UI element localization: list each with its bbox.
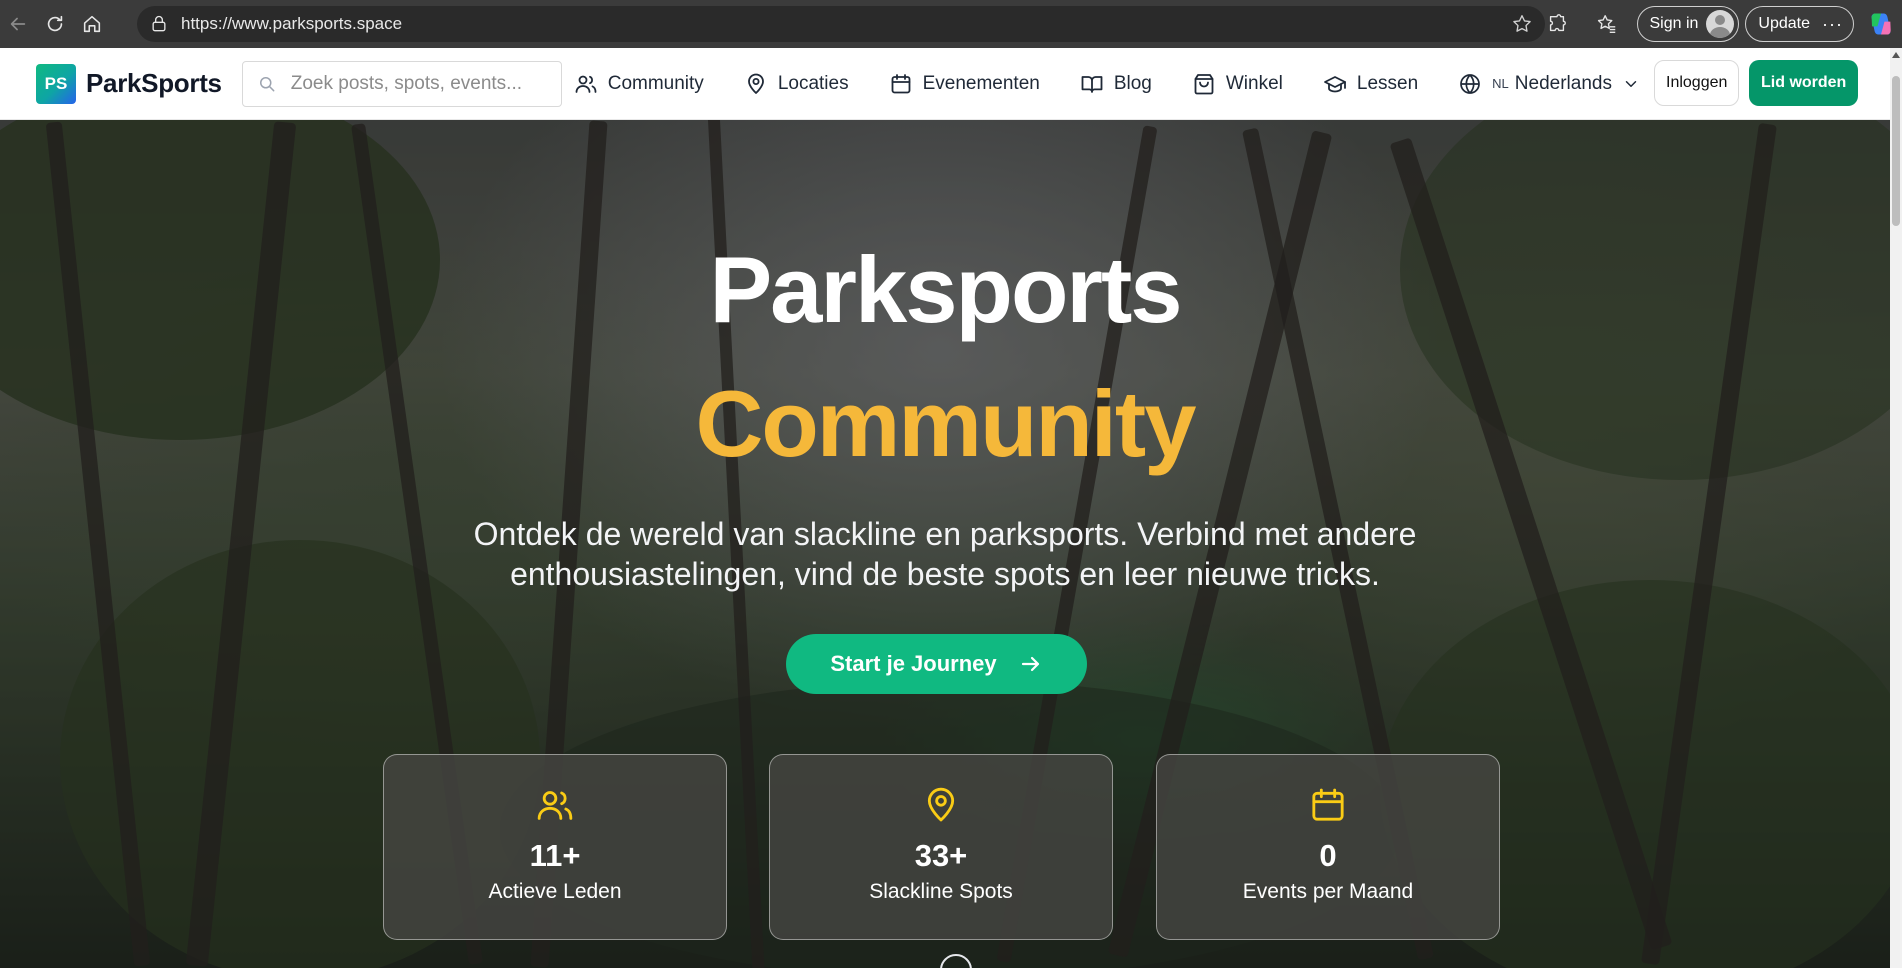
nav-item-label: Evenementen bbox=[922, 72, 1040, 94]
site-header: PS ParkSports Zoek posts, spots, events.… bbox=[0, 48, 1890, 120]
nav-item-evenementen[interactable]: Evenementen bbox=[889, 72, 1040, 96]
stat-value: 11+ bbox=[529, 838, 581, 873]
more-icon[interactable]: ··· bbox=[1822, 14, 1843, 35]
nav-item-label: Locaties bbox=[777, 72, 849, 94]
nav-item-blog[interactable]: Blog bbox=[1080, 72, 1152, 96]
globe-icon bbox=[1460, 73, 1481, 94]
users-icon bbox=[575, 75, 597, 93]
favorites-button[interactable] bbox=[1589, 6, 1625, 42]
update-label: Update bbox=[1758, 15, 1811, 32]
search-icon bbox=[259, 76, 275, 91]
logo-badge: PS bbox=[36, 63, 76, 104]
shopping-bag-icon bbox=[1194, 73, 1214, 94]
nav-item-community[interactable]: Community bbox=[574, 72, 704, 96]
url-text[interactable]: https://www.parksports.space bbox=[181, 14, 402, 34]
map-pin-icon bbox=[747, 73, 764, 94]
nav-item-label: Community bbox=[607, 72, 704, 94]
site-logo[interactable]: PS ParkSports bbox=[36, 63, 222, 104]
join-button[interactable]: Lid worden bbox=[1749, 60, 1859, 106]
lock-icon[interactable] bbox=[149, 14, 169, 34]
stat-card-members: 11+ Actieve Leden bbox=[383, 754, 727, 940]
stat-card-events: 0 Events per Maand bbox=[1156, 754, 1500, 940]
map-pin-icon bbox=[927, 787, 955, 822]
chevron-down-icon bbox=[1625, 80, 1637, 87]
scroll-up-icon[interactable] bbox=[1892, 52, 1900, 58]
graduation-cap-icon bbox=[1323, 75, 1346, 92]
book-open-icon bbox=[1081, 75, 1103, 93]
language-code: NL bbox=[1492, 76, 1509, 91]
calendar-icon bbox=[1312, 788, 1344, 821]
stat-value: 33+ bbox=[914, 838, 968, 873]
users-icon bbox=[537, 791, 573, 820]
hero-subtitle: Ontdek de wereld van slackline en parksp… bbox=[473, 516, 1417, 592]
nav-item-lessen[interactable]: Lessen bbox=[1323, 72, 1418, 96]
search-placeholder: Zoek posts, spots, events... bbox=[290, 72, 523, 94]
hero-section: Parksports Community Ontdek de wereld va… bbox=[0, 120, 1890, 968]
sign-in-button[interactable]: Sign in bbox=[1636, 6, 1740, 42]
language-selector[interactable]: NL Nederlands bbox=[1458, 72, 1640, 96]
home-icon bbox=[83, 15, 101, 33]
puzzle-icon bbox=[1549, 14, 1566, 32]
avatar-icon bbox=[1706, 10, 1735, 38]
browser-actions: Sign in Update ··· bbox=[1539, 0, 1902, 48]
home-button[interactable] bbox=[74, 6, 110, 42]
address-bar[interactable]: https://www.parksports.space bbox=[137, 6, 1545, 42]
reload-button[interactable] bbox=[37, 6, 73, 42]
stat-value: 0 bbox=[1319, 838, 1337, 873]
nav-item-winkel[interactable]: Winkel bbox=[1192, 72, 1283, 96]
start-journey-button[interactable]: Start je Journey bbox=[786, 634, 1087, 694]
arrow-right-icon bbox=[1021, 656, 1039, 672]
sign-in-label: Sign in bbox=[1649, 15, 1699, 32]
nav-item-label: Blog bbox=[1113, 72, 1152, 94]
stat-card-spots: 33+ Slackline Spots bbox=[769, 754, 1113, 940]
language-label: Nederlands bbox=[1514, 72, 1612, 94]
stat-label: Actieve Leden bbox=[488, 880, 622, 903]
login-button[interactable]: Inloggen bbox=[1654, 60, 1740, 106]
calendar-icon bbox=[891, 73, 910, 93]
stat-label: Slackline Spots bbox=[869, 880, 1013, 903]
search-input[interactable]: Zoek posts, spots, events... bbox=[241, 60, 562, 107]
hero-title-accent: Community bbox=[695, 371, 1197, 476]
back-button[interactable] bbox=[0, 6, 36, 42]
copilot-button[interactable] bbox=[1864, 7, 1898, 41]
reload-icon bbox=[47, 15, 63, 32]
stat-label: Events per Maand bbox=[1242, 880, 1414, 903]
nav-item-locaties[interactable]: Locaties bbox=[744, 72, 849, 96]
browser-toolbar: https://www.parksports.space Sign in Upd… bbox=[0, 0, 1902, 48]
extensions-button[interactable] bbox=[1539, 6, 1575, 42]
update-button[interactable]: Update ··· bbox=[1745, 6, 1854, 42]
scrollbar-thumb[interactable] bbox=[1892, 76, 1900, 226]
cta-label: Start je Journey bbox=[830, 651, 997, 676]
nav-item-label: Lessen bbox=[1356, 72, 1419, 94]
hero-title: Parksports bbox=[709, 237, 1182, 342]
arrow-left-icon bbox=[10, 17, 26, 31]
star-icon[interactable] bbox=[1511, 13, 1533, 35]
favorites-icon bbox=[1597, 15, 1615, 33]
main-nav: Community Locaties Evenementen Blog Wink… bbox=[574, 72, 1640, 96]
nav-item-label: Winkel bbox=[1225, 72, 1283, 94]
copilot-icon bbox=[1871, 13, 1891, 35]
page-scrollbar[interactable] bbox=[1890, 48, 1902, 968]
logo-text: ParkSports bbox=[86, 68, 222, 98]
